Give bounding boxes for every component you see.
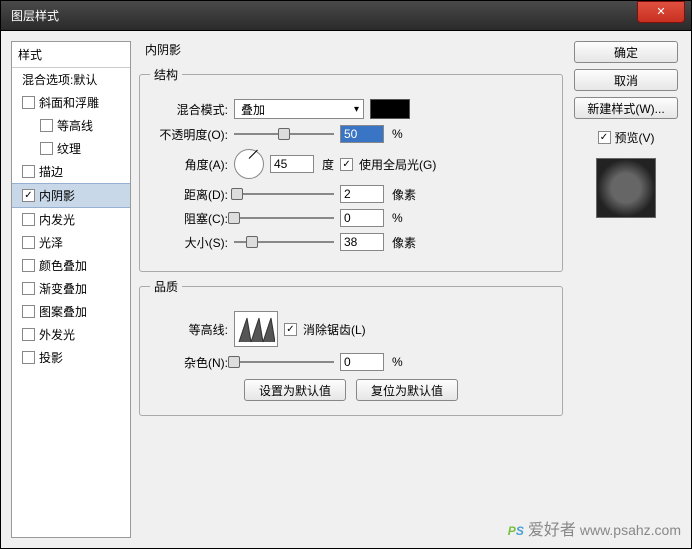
opacity-input[interactable]: 50	[340, 125, 384, 143]
checkbox-icon[interactable]	[22, 165, 35, 178]
ok-button[interactable]: 确定	[574, 41, 678, 63]
sidebar-item-color-overlay[interactable]: 颜色叠加	[12, 254, 130, 277]
quality-group: 品质 等高线: ✓ 消除锯齿(L) 杂色(N): 0 % 设置为默认值	[139, 278, 563, 416]
blend-mode-label: 混合模式:	[150, 101, 228, 118]
antialias-label: 消除锯齿(L)	[303, 321, 366, 338]
choke-input[interactable]: 0	[340, 209, 384, 227]
global-light-label: 使用全局光(G)	[359, 156, 436, 173]
sidebar-item-outer-glow[interactable]: 外发光	[12, 323, 130, 346]
distance-slider[interactable]	[234, 187, 334, 201]
structure-group: 结构 混合模式: 叠加 不透明度(O): 50 % 角度(A): 45 度	[139, 66, 563, 272]
checkbox-icon[interactable]	[22, 213, 35, 226]
noise-slider[interactable]	[234, 355, 334, 369]
styles-sidebar: 样式 混合选项:默认 斜面和浮雕 等高线 纹理 描边 ✓内阴影 内发光 光泽 颜…	[11, 41, 131, 538]
sidebar-item-inner-shadow[interactable]: ✓内阴影	[12, 183, 130, 208]
checkbox-icon[interactable]	[22, 96, 35, 109]
checkbox-icon[interactable]	[40, 119, 53, 132]
panel-title: 内阴影	[145, 41, 563, 58]
settings-panel: 内阴影 结构 混合模式: 叠加 不透明度(O): 50 % 角度(A):	[139, 41, 563, 538]
noise-label: 杂色(N):	[150, 354, 228, 371]
size-label: 大小(S):	[150, 234, 228, 251]
angle-dial[interactable]	[234, 149, 264, 179]
checkbox-icon[interactable]	[22, 305, 35, 318]
distance-unit: 像素	[392, 186, 416, 203]
sidebar-item-bevel[interactable]: 斜面和浮雕	[12, 91, 130, 114]
sidebar-item-stroke[interactable]: 描边	[12, 160, 130, 183]
preview-checkbox[interactable]: ✓	[598, 131, 611, 144]
global-light-checkbox[interactable]: ✓	[340, 158, 353, 171]
sidebar-blend-options[interactable]: 混合选项:默认	[12, 68, 130, 91]
contour-picker[interactable]	[234, 311, 278, 347]
contour-label: 等高线:	[150, 321, 228, 338]
choke-slider[interactable]	[234, 211, 334, 225]
checkbox-icon[interactable]	[22, 259, 35, 272]
checkbox-icon[interactable]: ✓	[22, 189, 35, 202]
quality-legend: 品质	[150, 278, 182, 295]
distance-label: 距离(D):	[150, 186, 228, 203]
preview-label: 预览(V)	[615, 129, 655, 146]
angle-unit: 度	[322, 156, 334, 173]
checkbox-icon[interactable]	[40, 142, 53, 155]
opacity-label: 不透明度(O):	[150, 126, 228, 143]
noise-unit: %	[392, 355, 403, 369]
checkbox-icon[interactable]	[22, 236, 35, 249]
new-style-button[interactable]: 新建样式(W)...	[574, 97, 678, 119]
checkbox-icon[interactable]	[22, 328, 35, 341]
size-input[interactable]: 38	[340, 233, 384, 251]
window-title: 图层样式	[11, 7, 59, 24]
sidebar-item-pattern-overlay[interactable]: 图案叠加	[12, 300, 130, 323]
titlebar: 图层样式 ✕	[1, 1, 691, 31]
opacity-slider[interactable]	[234, 127, 334, 141]
checkbox-icon[interactable]	[22, 351, 35, 364]
cancel-button[interactable]: 取消	[574, 69, 678, 91]
noise-input[interactable]: 0	[340, 353, 384, 371]
distance-input[interactable]: 2	[340, 185, 384, 203]
sidebar-item-satin[interactable]: 光泽	[12, 231, 130, 254]
close-button[interactable]: ✕	[637, 1, 685, 23]
reset-default-button[interactable]: 复位为默认值	[356, 379, 458, 401]
sidebar-item-contour[interactable]: 等高线	[12, 114, 130, 137]
checkbox-icon[interactable]	[22, 282, 35, 295]
watermark: PS 爱好者 www.psahz.com	[508, 510, 681, 542]
preview-thumbnail	[596, 158, 656, 218]
opacity-unit: %	[392, 127, 403, 141]
set-default-button[interactable]: 设置为默认值	[244, 379, 346, 401]
angle-input[interactable]: 45	[270, 155, 314, 173]
choke-unit: %	[392, 211, 403, 225]
contour-icon	[237, 312, 275, 344]
size-slider[interactable]	[234, 235, 334, 249]
antialias-checkbox[interactable]: ✓	[284, 323, 297, 336]
sidebar-header[interactable]: 样式	[12, 42, 130, 68]
choke-label: 阻塞(C):	[150, 210, 228, 227]
size-unit: 像素	[392, 234, 416, 251]
dialog-buttons: 确定 取消 新建样式(W)... ✓ 预览(V)	[571, 41, 681, 538]
blend-mode-select[interactable]: 叠加	[234, 99, 364, 119]
layer-style-dialog: 图层样式 ✕ 样式 混合选项:默认 斜面和浮雕 等高线 纹理 描边 ✓内阴影 内…	[0, 0, 692, 549]
sidebar-item-drop-shadow[interactable]: 投影	[12, 346, 130, 369]
shadow-color-swatch[interactable]	[370, 99, 410, 119]
sidebar-item-inner-glow[interactable]: 内发光	[12, 208, 130, 231]
sidebar-item-gradient-overlay[interactable]: 渐变叠加	[12, 277, 130, 300]
structure-legend: 结构	[150, 66, 182, 83]
sidebar-item-texture[interactable]: 纹理	[12, 137, 130, 160]
angle-label: 角度(A):	[150, 156, 228, 173]
